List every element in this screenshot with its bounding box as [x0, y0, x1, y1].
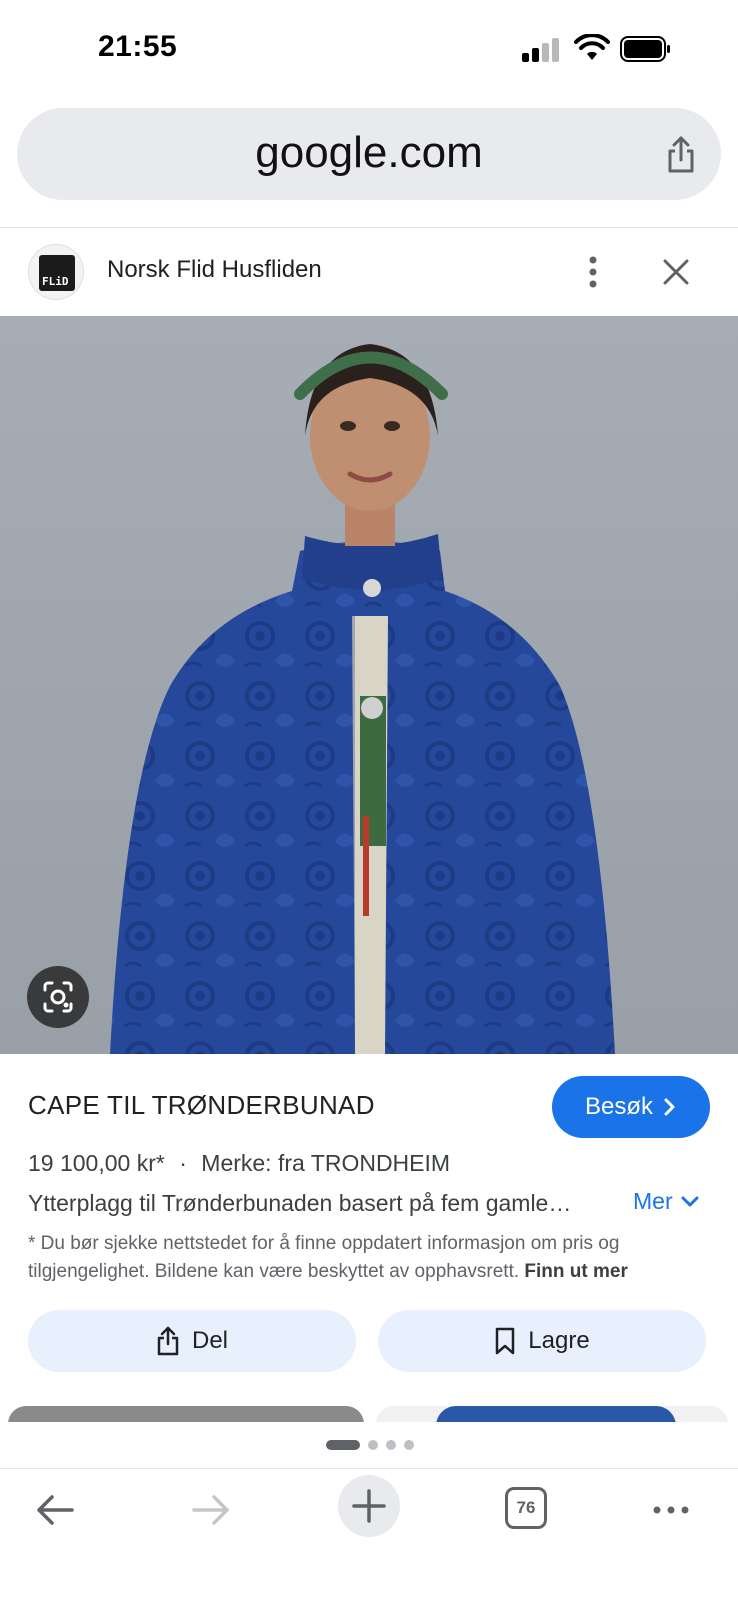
save-button[interactable]: Lagre	[378, 1310, 706, 1372]
battery-icon	[620, 36, 670, 62]
separator: ·	[179, 1150, 187, 1176]
pager-dot	[404, 1440, 414, 1450]
url-domain[interactable]: google.com	[17, 128, 721, 178]
more-label: Mer	[633, 1188, 673, 1214]
more-vert-icon[interactable]	[578, 252, 608, 292]
learn-more-link[interactable]: Finn ut mer	[524, 1261, 627, 1282]
visit-button[interactable]: Besøk	[552, 1076, 710, 1138]
pager-dot	[368, 1440, 378, 1450]
forward-arrow-icon[interactable]	[190, 1489, 232, 1531]
save-label: Lagre	[528, 1327, 590, 1354]
lens-icon	[43, 981, 73, 1013]
share-icon[interactable]	[665, 136, 697, 174]
plus-icon	[352, 1489, 386, 1523]
tab-count: 76	[516, 1498, 536, 1517]
brand: Merke: fra TRONDHEIM	[201, 1150, 451, 1176]
chevron-right-icon	[664, 1098, 675, 1116]
logo-text: FLiD	[42, 275, 69, 288]
price: 19 100,00 kr*	[28, 1150, 165, 1176]
source-name[interactable]: Norsk Flid Husfliden	[107, 256, 322, 284]
price-brand-row: 19 100,00 kr* · Merke: fra TRONDHEIM	[28, 1150, 450, 1177]
wifi-icon	[574, 34, 610, 60]
cape-illustration	[110, 344, 615, 1054]
share-label: Del	[191, 1327, 228, 1354]
source-header: FLiD Norsk Flid Husfliden	[0, 228, 738, 316]
signal-icon	[522, 38, 562, 62]
more-horiz-icon[interactable]	[650, 1489, 692, 1531]
close-icon[interactable]	[660, 254, 692, 290]
status-bar: 21:55	[0, 0, 738, 100]
product-image[interactable]	[0, 316, 738, 1054]
lens-button[interactable]	[27, 966, 89, 1028]
bookmark-icon	[496, 1327, 515, 1355]
new-tab-button[interactable]	[338, 1475, 400, 1537]
disclaimer: * Du bør sjekke nettstedet for å finne o…	[28, 1230, 718, 1286]
share-icon	[157, 1326, 179, 1356]
address-bar[interactable]: google.com	[17, 108, 721, 200]
product-description: Ytterplagg til Trønderbunaden basert på …	[28, 1190, 572, 1216]
status-time: 21:55	[98, 30, 178, 63]
share-button[interactable]: Del	[28, 1310, 356, 1372]
product-title: CAPE TIL TRØNDERBUNAD	[28, 1090, 375, 1120]
more-button[interactable]: Mer	[633, 1188, 699, 1215]
pager-dot-active	[326, 1440, 360, 1450]
chevron-down-icon	[681, 1196, 699, 1206]
pager-dot	[386, 1440, 396, 1450]
back-arrow-icon[interactable]	[34, 1489, 76, 1531]
pager-indicator	[326, 1439, 414, 1451]
visit-label: Besøk	[584, 1093, 653, 1120]
tabs-icon[interactable]: 76	[505, 1487, 547, 1529]
source-logo[interactable]: FLiD	[28, 244, 84, 300]
browser-toolbar: 76	[0, 1468, 738, 1600]
